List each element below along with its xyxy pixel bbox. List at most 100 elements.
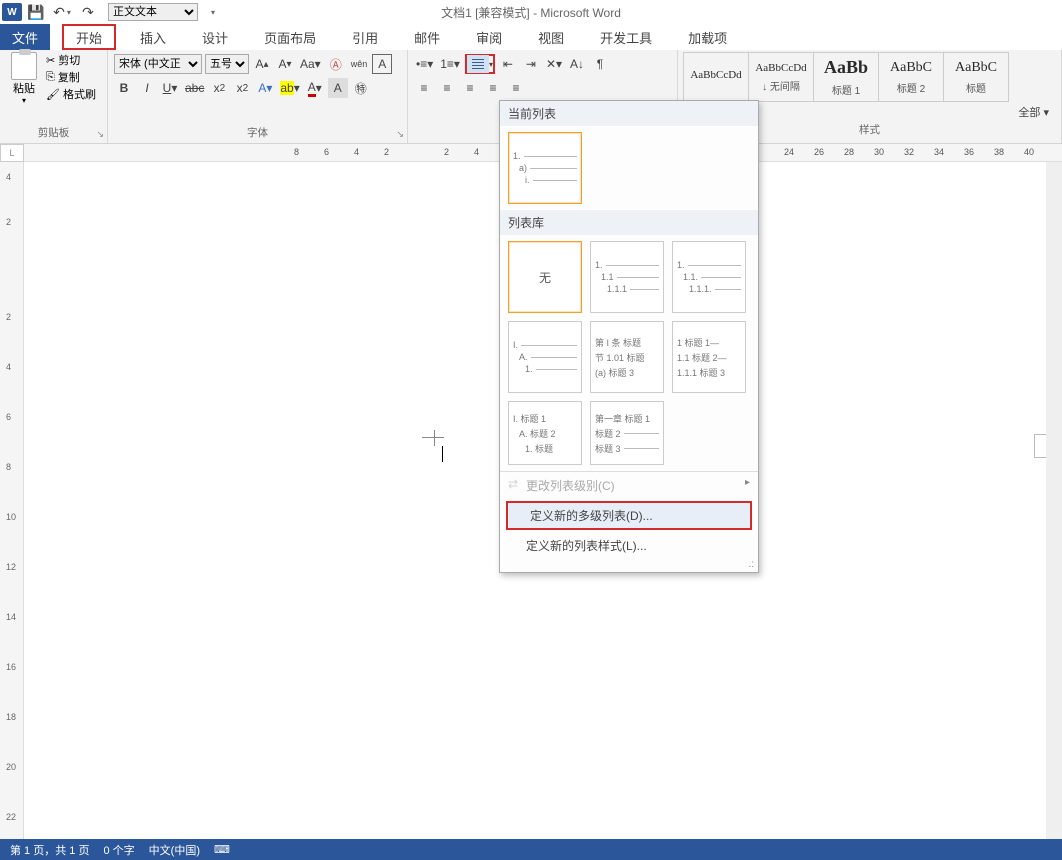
italic-button[interactable]: I	[137, 78, 157, 98]
cut-button[interactable]: ✂剪切	[46, 52, 96, 68]
style-no-spacing[interactable]: AaBbCcDd↓ 无间隔	[748, 52, 814, 102]
tab-addins[interactable]: 加载项	[676, 24, 739, 50]
format-painter-button[interactable]: 🖌格式刷	[46, 86, 96, 102]
quick-access-toolbar: W 💾 ↶ ↷ 正文文本	[0, 1, 224, 23]
increase-indent-button[interactable]: ⇥	[521, 54, 541, 74]
strikethrough-button[interactable]: abc	[183, 78, 206, 98]
define-new-multilevel-item[interactable]: 定义新的多级列表(D)...	[506, 501, 752, 530]
list-lib-tile-4[interactable]: 第 I 条 标题节 1.01 标题(a) 标题 3	[590, 321, 664, 393]
highlight-button[interactable]: ab▾	[278, 78, 301, 98]
grow-font-button[interactable]: A▴	[252, 54, 272, 74]
tab-layout[interactable]: 页面布局	[252, 24, 328, 50]
numbering-button[interactable]: 1≡▾	[438, 54, 462, 74]
style-heading1[interactable]: AaBb标题 1	[813, 52, 879, 102]
list-lib-tile-5[interactable]: 1 标题 1—1.1 标题 2—1.1.1 标题 3	[672, 321, 746, 393]
asian-layout-button[interactable]: ✕▾	[544, 54, 564, 74]
align-right-button[interactable]: ≡	[460, 78, 480, 98]
tab-view[interactable]: 视图	[526, 24, 576, 50]
list-lib-tile-1[interactable]: 1.1.11.1.1	[590, 241, 664, 313]
enclose-char-button[interactable]: ㊕	[351, 78, 371, 98]
undo-button[interactable]: ↶	[50, 1, 74, 23]
font-color-button[interactable]: A▾	[305, 78, 325, 98]
clipboard-group-label: 剪贴板	[6, 123, 101, 143]
redo-button[interactable]: ↷	[76, 1, 100, 23]
ruler-corner: L	[0, 144, 24, 162]
group-clipboard: 粘贴 ▾ ✂剪切 ⎘复制 🖌格式刷 剪贴板 ↘	[0, 50, 108, 143]
tab-file[interactable]: 文件	[0, 24, 50, 50]
style-heading2[interactable]: AaBbC标题 2	[878, 52, 944, 102]
distribute-button[interactable]: ≡	[506, 78, 526, 98]
dropdown-library-header: 列表库	[500, 210, 758, 235]
tab-developer[interactable]: 开发工具	[588, 24, 664, 50]
status-page[interactable]: 第 1 页，共 1 页	[10, 842, 89, 858]
paste-button[interactable]: 粘贴 ▾	[6, 52, 42, 105]
clipboard-launcher[interactable]: ↘	[96, 129, 104, 140]
underline-button[interactable]: U▾	[160, 78, 180, 98]
clipboard-icon	[11, 52, 37, 80]
tab-references[interactable]: 引用	[340, 24, 390, 50]
tab-home[interactable]: 开始	[62, 24, 116, 50]
word-app-icon: W	[2, 3, 22, 21]
phonetic-guide-button[interactable]: wên	[349, 54, 370, 74]
font-launcher[interactable]: ↘	[396, 129, 404, 140]
clear-formatting-button[interactable]: Ⓐ	[326, 54, 346, 74]
dropdown-resize-grip[interactable]: .:	[500, 559, 758, 572]
tab-design[interactable]: 设计	[190, 24, 240, 50]
paste-label: 粘贴	[13, 80, 35, 96]
sort-button[interactable]: A↓	[567, 54, 587, 74]
tab-review[interactable]: 审阅	[464, 24, 514, 50]
group-font: 宋体 (中文正 五号 A▴ A▾ Aa▾ Ⓐ wên A B I U▾ abc …	[108, 50, 408, 143]
decrease-indent-button[interactable]: ⇤	[498, 54, 518, 74]
styles-gallery[interactable]: AaBbCcDd AaBbCcDd↓ 无间隔 AaBb标题 1 AaBbC标题 …	[684, 52, 1055, 102]
current-list-tile[interactable]: 1. a) i.	[508, 132, 582, 204]
page-corner-mark	[422, 437, 444, 438]
list-lib-tile-6[interactable]: I. 标题 1A. 标题 21. 标题	[508, 401, 582, 465]
page-corner-mark-v	[434, 430, 435, 446]
list-none-tile[interactable]: 无	[508, 241, 582, 313]
change-case-button[interactable]: Aa▾	[298, 54, 323, 74]
list-lib-tile-2[interactable]: 1.1.1.1.1.1.	[672, 241, 746, 313]
font-group-label: 字体	[114, 123, 401, 143]
title-bar: W 💾 ↶ ↷ 正文文本 文档1 [兼容模式] - Microsoft Word	[0, 0, 1062, 24]
vertical-ruler[interactable]: 4 2 2 4 6 8 10 12 14 16 18 20 22	[0, 162, 24, 839]
align-center-button[interactable]: ≡	[437, 78, 457, 98]
bold-button[interactable]: B	[114, 78, 134, 98]
font-family-select[interactable]: 宋体 (中文正	[114, 54, 202, 74]
shrink-font-button[interactable]: A▾	[275, 54, 295, 74]
show-marks-button[interactable]: ¶	[590, 54, 610, 74]
copy-button[interactable]: ⎘复制	[46, 69, 96, 85]
char-shading-button[interactable]: A	[328, 78, 348, 98]
vertical-scrollbar[interactable]	[1046, 162, 1062, 839]
superscript-button[interactable]: x2	[232, 78, 252, 98]
ribbon-tabs: 文件 开始 插入 设计 页面布局 引用 邮件 审阅 视图 开发工具 加载项	[0, 24, 1062, 50]
qat-customize-button[interactable]	[200, 1, 224, 23]
font-size-select[interactable]: 五号	[205, 54, 249, 74]
align-left-button[interactable]: ≡	[414, 78, 434, 98]
tab-mailings[interactable]: 邮件	[402, 24, 452, 50]
multilevel-list-button[interactable]: ▾	[465, 54, 495, 74]
style-normal[interactable]: AaBbCcDd	[683, 52, 749, 102]
indent-icon: ⇄	[508, 477, 520, 489]
brush-icon: 🖌	[46, 88, 60, 101]
text-effects-button[interactable]: A▾	[255, 78, 275, 98]
text-cursor	[442, 446, 443, 462]
status-language[interactable]: 中文(中国)	[149, 842, 200, 858]
save-button[interactable]: 💾	[24, 1, 48, 23]
style-quick-select[interactable]: 正文文本	[108, 3, 198, 21]
multilevel-list-dropdown: 当前列表 1. a) i. 列表库 无 1.1.11.1.1 1.1.1.1.1…	[499, 100, 759, 573]
scissors-icon: ✂	[46, 54, 55, 67]
window-title: 文档1 [兼容模式] - Microsoft Word	[441, 4, 621, 21]
change-list-level-item: ⇄更改列表级别(C)	[500, 472, 758, 499]
subscript-button[interactable]: x2	[209, 78, 229, 98]
status-word-count[interactable]: 0 个字	[103, 842, 134, 858]
list-lib-tile-3[interactable]: I.A.1.	[508, 321, 582, 393]
status-input-mode-icon[interactable]: ⌨	[214, 843, 230, 856]
justify-button[interactable]: ≡	[483, 78, 503, 98]
define-new-list-style-item[interactable]: 定义新的列表样式(L)...	[500, 532, 758, 559]
tab-insert[interactable]: 插入	[128, 24, 178, 50]
list-lib-tile-7[interactable]: 第一章 标题 1标题 2标题 3	[590, 401, 664, 465]
bullets-button[interactable]: •≡▾	[414, 54, 435, 74]
style-title[interactable]: AaBbC标题	[943, 52, 1009, 102]
status-bar: 第 1 页，共 1 页 0 个字 中文(中国) ⌨	[0, 839, 1062, 860]
char-border-button[interactable]: A	[372, 54, 392, 74]
